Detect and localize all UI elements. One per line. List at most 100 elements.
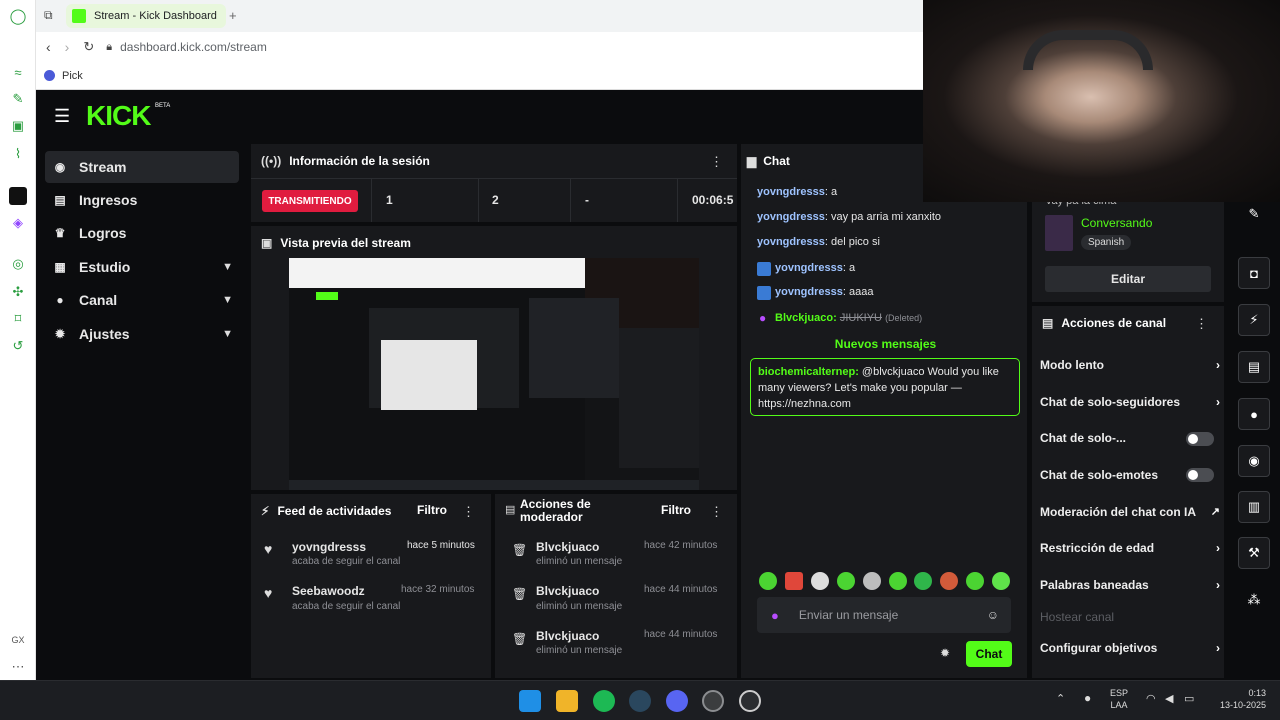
emote-icon[interactable] <box>759 572 777 590</box>
broadcast-icon[interactable]: ◉ <box>1238 445 1270 477</box>
new-tab-icon[interactable]: + <box>229 8 237 23</box>
preview-header: ▣ Vista previa del stream <box>251 226 737 260</box>
feed-user[interactable]: Seebawoodz <box>292 584 365 598</box>
session-more-icon[interactable]: ⋮ <box>710 154 723 170</box>
twitch-icon[interactable]: ◈ <box>9 214 27 232</box>
file-explorer-icon[interactable] <box>556 690 578 712</box>
stream-preview-video[interactable] <box>289 258 699 490</box>
bookmark-pick[interactable]: Pick <box>62 70 83 82</box>
edit-stream-button[interactable]: Editar <box>1045 266 1211 292</box>
mod-user[interactable]: Blvckjuaco <box>536 629 599 643</box>
nav-canal[interactable]: ● Canal ▼ <box>45 284 239 316</box>
edit-pencil-icon[interactable]: ✎ <box>1238 198 1270 230</box>
emotes-only-toggle[interactable] <box>1186 468 1214 482</box>
wrench-icon[interactable]: ⚒ <box>1238 537 1270 569</box>
emoji-icon[interactable]: ☺ <box>987 608 999 622</box>
action-banned-words[interactable]: Palabras baneadas › <box>1040 578 1220 592</box>
bolt-icon[interactable]: ⚡︎ <box>1238 304 1270 336</box>
more-icon[interactable]: ⋯ <box>9 658 27 676</box>
action-slow-mode[interactable]: Modo lento › <box>1040 358 1220 372</box>
kick-logo[interactable]: KICK <box>86 100 151 132</box>
language-indicator[interactable]: ESP LAA <box>1110 687 1128 711</box>
share-icon[interactable]: ⁂ <box>1238 584 1270 616</box>
category-link[interactable]: Conversando <box>1081 216 1152 230</box>
action-goals[interactable]: Configurar objetivos › <box>1040 641 1220 655</box>
gx-icon[interactable]: GX <box>9 631 27 649</box>
emote-icon[interactable] <box>940 572 958 590</box>
back-icon[interactable]: ‹ <box>46 39 51 55</box>
nav-stream[interactable]: ◉ Stream <box>45 151 239 183</box>
emote-icon[interactable] <box>785 572 803 590</box>
kick-app-icon[interactable] <box>9 187 27 205</box>
play-circle-icon[interactable]: ◎ <box>9 255 27 273</box>
mod-desc: eliminó un mensaje <box>536 645 623 656</box>
action-ai-moderation[interactable]: Moderación del chat con IA ↗ <box>1040 505 1220 519</box>
mod-time: hace 44 minutos <box>644 584 718 595</box>
opera-icon[interactable]: ◯ <box>9 7 27 25</box>
mod-filter-button[interactable]: Filtro <box>661 503 691 517</box>
leaf-icon[interactable]: ≈ <box>9 63 27 81</box>
channel-actions-more-icon[interactable]: ⋮ <box>1195 316 1208 332</box>
obs-icon[interactable] <box>739 690 761 712</box>
battery-icon[interactable]: ▭ <box>1184 692 1194 705</box>
forward-icon[interactable]: › <box>65 39 70 55</box>
action-followers-only[interactable]: Chat de solo-seguidores › <box>1040 395 1220 409</box>
action-age-restriction[interactable]: Restricción de edad › <box>1040 541 1220 555</box>
chat-bubble-icon[interactable]: ● <box>1238 398 1270 430</box>
feed-user[interactable]: yovngdresss <box>292 540 366 554</box>
tab-list-icon[interactable]: ⧉ <box>44 8 53 23</box>
emote-icon[interactable] <box>811 572 829 590</box>
history-icon[interactable]: ↺ <box>9 337 27 355</box>
emote-icon[interactable] <box>863 572 881 590</box>
new-messages-divider[interactable]: Nuevos mensajes <box>757 337 1014 351</box>
chat-input[interactable]: ● Enviar un mensaje ☺ <box>757 597 1011 633</box>
puzzle-icon[interactable]: ✣ <box>9 283 27 301</box>
feed-more-icon[interactable]: ⋮ <box>462 504 475 520</box>
trophy-icon: ♛ <box>54 226 66 240</box>
wifi-icon[interactable]: ◠ <box>1146 692 1156 705</box>
browser-tab[interactable]: Stream - Kick Dashboard <box>66 4 226 28</box>
pen-icon[interactable]: ✎ <box>9 90 27 108</box>
steam-icon[interactable] <box>629 690 651 712</box>
clock[interactable]: 0:13 13-10-2025 <box>1206 687 1266 711</box>
heart-icon: ♥ <box>264 585 273 601</box>
live-status-badge: TRANSMITIENDO <box>262 190 358 212</box>
spotify-icon[interactable] <box>593 690 615 712</box>
document-icon[interactable]: ▤ <box>1238 351 1270 383</box>
reload-icon[interactable]: ↻ <box>83 39 94 55</box>
mod-user[interactable]: Blvckjuaco <box>536 540 599 554</box>
feed-filter-button[interactable]: Filtro <box>417 503 447 517</box>
subs-only-toggle[interactable] <box>1186 432 1214 446</box>
nav-logros[interactable]: ♛ Logros <box>45 217 239 249</box>
chevron-right-icon: › <box>1216 641 1220 655</box>
emote-icon[interactable] <box>914 572 932 590</box>
emote-icon[interactable] <box>889 572 907 590</box>
tray-mic-icon[interactable]: ● <box>1084 691 1091 705</box>
mod-user[interactable]: Blvckjuaco <box>536 584 599 598</box>
mod-more-icon[interactable]: ⋮ <box>710 504 723 520</box>
image-icon[interactable]: ▣ <box>9 117 27 135</box>
camera-icon[interactable]: ◘ <box>1238 257 1270 289</box>
chat-settings-icon[interactable]: ✹ <box>940 646 950 660</box>
menu-icon[interactable]: ☰ <box>54 106 70 127</box>
layout-icon[interactable]: ▥ <box>1238 491 1270 523</box>
category-thumbnail[interactable] <box>1045 215 1073 251</box>
tray-chevron-icon[interactable]: ⌃ <box>1056 692 1065 705</box>
opera-gx-icon[interactable] <box>702 690 724 712</box>
start-menu-icon[interactable] <box>519 690 541 712</box>
chat-deleted-message: Blvckjuaco: JIUKIYU (Deleted) <box>775 312 923 324</box>
chat-send-button[interactable]: Chat <box>966 641 1012 667</box>
emote-icon[interactable] <box>992 572 1010 590</box>
emote-icon[interactable] <box>966 572 984 590</box>
volume-icon[interactable]: ◀ <box>1165 692 1173 705</box>
emote-icon[interactable] <box>837 572 855 590</box>
nav-ingresos[interactable]: ▤ Ingresos <box>45 184 239 216</box>
discord-icon[interactable] <box>666 690 688 712</box>
route-icon[interactable]: ⌇ <box>9 145 27 163</box>
url-input[interactable]: dashboard.kick.com/stream <box>120 40 267 54</box>
tag-icon[interactable]: ⌑ <box>9 310 27 328</box>
trash-icon: 🗑︎ <box>512 587 528 601</box>
mod-time: hace 42 minutos <box>644 540 718 551</box>
nav-estudio[interactable]: ▦ Estudio ▼ <box>45 251 239 283</box>
nav-ajustes[interactable]: ✹ Ajustes ▼ <box>45 318 239 350</box>
